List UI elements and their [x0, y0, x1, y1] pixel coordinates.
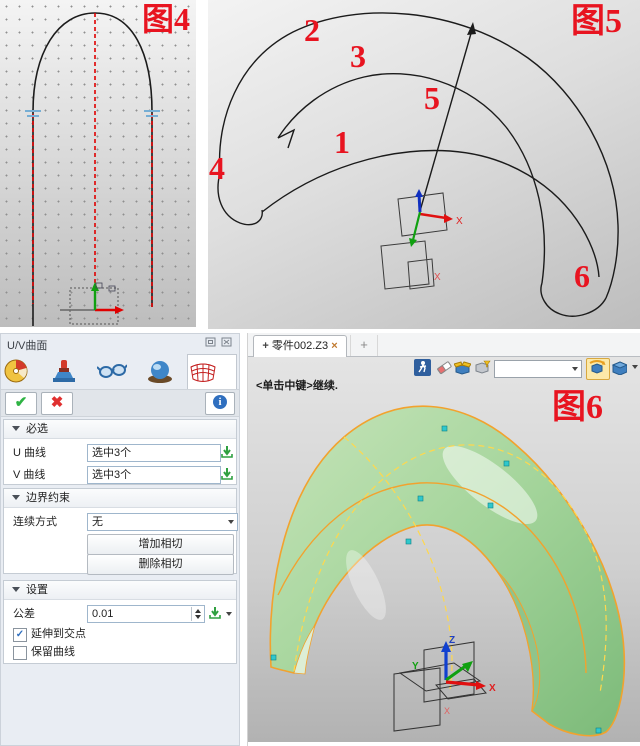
curve-label-6: 6 [574, 258, 590, 294]
sketch-curves [25, 12, 160, 326]
new-tab-button[interactable]: + [350, 335, 378, 356]
section-boundary: 边界约束 连续方式 无 增加相切 删除相切 [3, 488, 238, 575]
tab-palette[interactable] [1, 354, 49, 389]
datum-planes [380, 192, 448, 290]
document-view: + 零件002.Z3 × + <单击中键>继续. 图6 Z Y X X [247, 333, 640, 746]
view-orientation-button[interactable] [586, 358, 610, 380]
collapse-arrow-icon [12, 495, 20, 500]
tab-add-icon: + [262, 340, 269, 352]
shaded-display-icon[interactable] [610, 358, 627, 375]
info-button[interactable]: i [205, 392, 235, 415]
pick-from-list-icon[interactable] [219, 444, 235, 460]
spinner-up-icon [194, 609, 201, 613]
uv-mesh-icon [190, 363, 216, 382]
filter-cube-icon[interactable] [474, 359, 491, 376]
chevron-down-icon [228, 520, 234, 524]
palette-icon [4, 359, 28, 383]
close-icon[interactable] [221, 337, 233, 348]
document-tab-label: 零件002.Z3 [271, 340, 329, 352]
remove-tangent-button[interactable]: 删除相切 [87, 554, 234, 575]
filter-combobox[interactable] [494, 360, 582, 378]
dialog-command-row: ✔ ✖ i [1, 389, 239, 417]
continuity-select[interactable]: 无 [87, 513, 238, 531]
fig4-label: 图4 [141, 1, 190, 37]
uv-surface-dialog: U/V曲面 ✔ ✖ i 必选 U 曲线 选中3个 V 曲线 选中3个 边界约束 … [0, 333, 240, 746]
iso-view-cube-icon [589, 360, 606, 374]
keep-curves-label: 保留曲线 [31, 646, 75, 658]
section-boundary-header[interactable]: 边界约束 [4, 489, 236, 508]
ok-button[interactable]: ✔ [5, 392, 37, 415]
dialog-title: U/V曲面 [7, 340, 48, 352]
axis-x-label: X [456, 216, 463, 227]
chevron-down-icon[interactable] [632, 365, 638, 369]
cancel-button[interactable]: ✖ [41, 392, 73, 415]
glasses-icon [97, 364, 127, 378]
curve-label-1: 1 [334, 124, 350, 160]
document-tab[interactable]: + 零件002.Z3 × [253, 335, 347, 357]
axis-x-label-2: X [434, 272, 441, 283]
spinner-down-icon [194, 615, 201, 619]
escape-tool-icon[interactable] [414, 359, 431, 376]
curve-label-3: 3 [350, 38, 366, 74]
pick-from-list-icon[interactable] [207, 605, 223, 621]
section-required: 必选 U 曲线 选中3个 V 曲线 选中3个 [3, 419, 237, 485]
restore-icon[interactable] [205, 337, 217, 348]
tab-uv-surface[interactable] [187, 354, 237, 389]
u-curves-field[interactable]: 选中3个 [87, 444, 221, 462]
section-required-header[interactable]: 必选 [4, 420, 236, 439]
open-box-icon[interactable] [454, 359, 471, 376]
sketch-view-fig4: 图4 [0, 0, 196, 327]
keep-curves-checkbox[interactable] [13, 646, 27, 660]
tutorial-page: { "figures": { "fig4": { "label": "图4" }… [0, 0, 640, 746]
tolerance-field[interactable]: 0.01 [87, 605, 205, 623]
fig5-label: 图5 [571, 3, 622, 40]
extend-to-intersection-checkbox[interactable] [13, 628, 27, 642]
u-curves-label: U 曲线 [13, 447, 46, 459]
extend-to-intersection-label: 延伸到交点 [31, 628, 86, 640]
continuity-label: 连续方式 [13, 516, 57, 528]
tab-glasses[interactable] [97, 354, 145, 389]
section-settings-header[interactable]: 设置 [4, 581, 236, 600]
status-prompt: <单击中键>继续. [256, 380, 338, 392]
pick-from-list-icon[interactable] [219, 466, 235, 482]
document-tab-bar: + 零件002.Z3 × + [248, 333, 640, 357]
tab-sphere[interactable] [145, 354, 193, 389]
chevron-down-icon [572, 367, 578, 371]
fig6-label: 图6 [552, 389, 603, 426]
tolerance-label: 公差 [13, 608, 35, 620]
eraser-icon[interactable] [436, 359, 453, 376]
wireframe-view-fig5: X X 2 3 5 1 4 6 图5 [208, 0, 640, 329]
collapse-arrow-icon [12, 426, 20, 431]
v-curves-field[interactable]: 选中3个 [87, 466, 221, 484]
sphere-icon [148, 361, 172, 383]
chevron-down-icon[interactable] [226, 612, 232, 616]
constraint-marker-icon [25, 110, 160, 117]
sketch-origin-icon [60, 282, 124, 325]
add-tangent-button[interactable]: 增加相切 [87, 534, 234, 555]
curve-label-4: 4 [209, 150, 225, 186]
stamp-icon [53, 360, 75, 382]
triad-icon: X X [409, 189, 463, 283]
info-icon: i [213, 395, 227, 409]
tab-stamp[interactable] [49, 354, 97, 389]
curve-label-5: 5 [424, 80, 440, 116]
v-curves-label: V 曲线 [13, 469, 46, 481]
spinner-stepper[interactable] [191, 607, 203, 621]
tab-close-icon[interactable]: × [331, 340, 337, 352]
curve-label-2: 2 [304, 12, 320, 48]
collapse-arrow-icon [12, 587, 20, 592]
section-settings: 设置 公差 0.01 延伸到交点 保留曲线 [3, 580, 237, 664]
